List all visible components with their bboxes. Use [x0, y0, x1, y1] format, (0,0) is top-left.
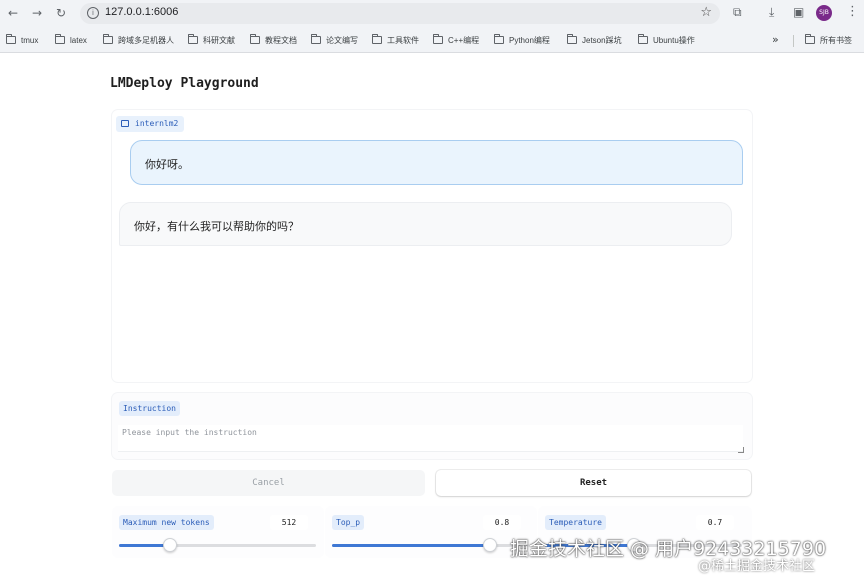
- bookmark-folder[interactable]: Ubuntu操作: [638, 34, 695, 47]
- back-icon[interactable]: ←: [6, 6, 20, 20]
- bookmark-star-icon[interactable]: ☆: [700, 5, 712, 20]
- slider-thumb[interactable]: [482, 538, 497, 552]
- url-text[interactable]: 127.0.0.1:6006: [105, 6, 178, 18]
- slider-fill: [332, 544, 490, 547]
- resize-handle[interactable]: [738, 447, 744, 453]
- reload-icon[interactable]: ↻: [54, 6, 68, 20]
- folder-icon: [638, 34, 648, 44]
- chat-icon: [121, 120, 129, 127]
- chatbot-panel: internlm2 你好呀。 你好，有什么我可以帮助你的吗？: [112, 110, 752, 382]
- forward-icon[interactable]: →: [30, 6, 44, 20]
- bookmark-folder[interactable]: 跨域多足机器人: [103, 34, 174, 47]
- folder-icon: [6, 34, 16, 44]
- bookmark-folder[interactable]: 工具软件: [372, 34, 419, 47]
- instruction-label: Instruction: [119, 401, 180, 416]
- bookmarks-overflow-icon[interactable]: »: [772, 33, 779, 46]
- folder-icon: [250, 34, 260, 44]
- slider-label: Top_p: [332, 515, 365, 530]
- instruction-panel: Instruction: [112, 393, 752, 459]
- folder-icon: [55, 34, 65, 44]
- bookmark-folder[interactable]: 科研文献: [188, 34, 235, 47]
- message-text: 你好呀。: [145, 158, 189, 171]
- slider-track[interactable]: [332, 538, 529, 552]
- message-text: 你好，有什么我可以帮助你的吗？: [134, 220, 299, 233]
- reset-button[interactable]: Reset: [436, 470, 751, 496]
- bookmarks-divider: [793, 35, 794, 47]
- folder-icon: [103, 34, 113, 44]
- app-content: LMDeploy Playground internlm2 你好呀。 你好，有什…: [0, 54, 864, 577]
- folder-icon: [372, 34, 382, 44]
- address-bar[interactable]: i 127.0.0.1:6006 ☆: [80, 3, 720, 24]
- folder-icon: [311, 34, 321, 44]
- folder-icon: [433, 34, 443, 44]
- top-p-slider-panel: Top_p 0.8: [325, 506, 537, 558]
- site-info-icon[interactable]: i: [87, 7, 99, 19]
- model-badge: internlm2: [116, 116, 185, 132]
- download-icon[interactable]: ⤓: [769, 5, 774, 20]
- browser-menu-icon[interactable]: ⋮: [846, 4, 859, 19]
- folder-icon: [805, 34, 815, 44]
- bookmark-folder[interactable]: latex: [55, 34, 87, 47]
- slider-value-input[interactable]: 0.7: [696, 515, 734, 530]
- slider-thumb[interactable]: [163, 538, 178, 552]
- max-tokens-slider-panel: Maximum new tokens 512: [112, 506, 324, 558]
- bookmark-folder[interactable]: tmux: [6, 34, 38, 47]
- bookmark-folder[interactable]: Python编程: [494, 34, 550, 47]
- all-bookmarks-folder[interactable]: 所有书签: [805, 34, 852, 47]
- slider-label: Temperature: [545, 515, 606, 530]
- bookmark-folder[interactable]: Jetson踩坑: [567, 34, 622, 47]
- folder-icon: [188, 34, 198, 44]
- slider-value-input[interactable]: 0.8: [483, 515, 521, 530]
- browser-toolbar: ← → ↻ i 127.0.0.1:6006 ☆ ⧉ ⤓ ▣ SJB ⋮: [0, 0, 864, 27]
- bookmark-folder[interactable]: 论文编写: [311, 34, 358, 47]
- folder-icon: [494, 34, 504, 44]
- extensions-icon[interactable]: ⧉: [733, 5, 742, 20]
- assistant-message: 你好，有什么我可以帮助你的吗？: [119, 202, 732, 246]
- watermark-subtext: @稀土掘金技术社区: [698, 559, 816, 574]
- user-message: 你好呀。: [130, 140, 743, 185]
- side-panel-icon[interactable]: ▣: [793, 5, 804, 19]
- instruction-input[interactable]: [118, 425, 743, 452]
- slider-track[interactable]: [119, 538, 316, 552]
- cancel-button[interactable]: Cancel: [112, 470, 425, 496]
- bookmarks-bar: tmux latex 跨域多足机器人 科研文献 教程文档 论文编写 工具软件 C…: [0, 27, 864, 53]
- bookmark-folder[interactable]: C++编程: [433, 34, 479, 47]
- slider-label: Maximum new tokens: [119, 515, 214, 530]
- folder-icon: [567, 34, 577, 44]
- slider-value-input[interactable]: 512: [270, 515, 308, 530]
- profile-avatar[interactable]: SJB: [816, 5, 832, 21]
- bookmark-folder[interactable]: 教程文档: [250, 34, 297, 47]
- page-title: LMDeploy Playground: [110, 76, 259, 91]
